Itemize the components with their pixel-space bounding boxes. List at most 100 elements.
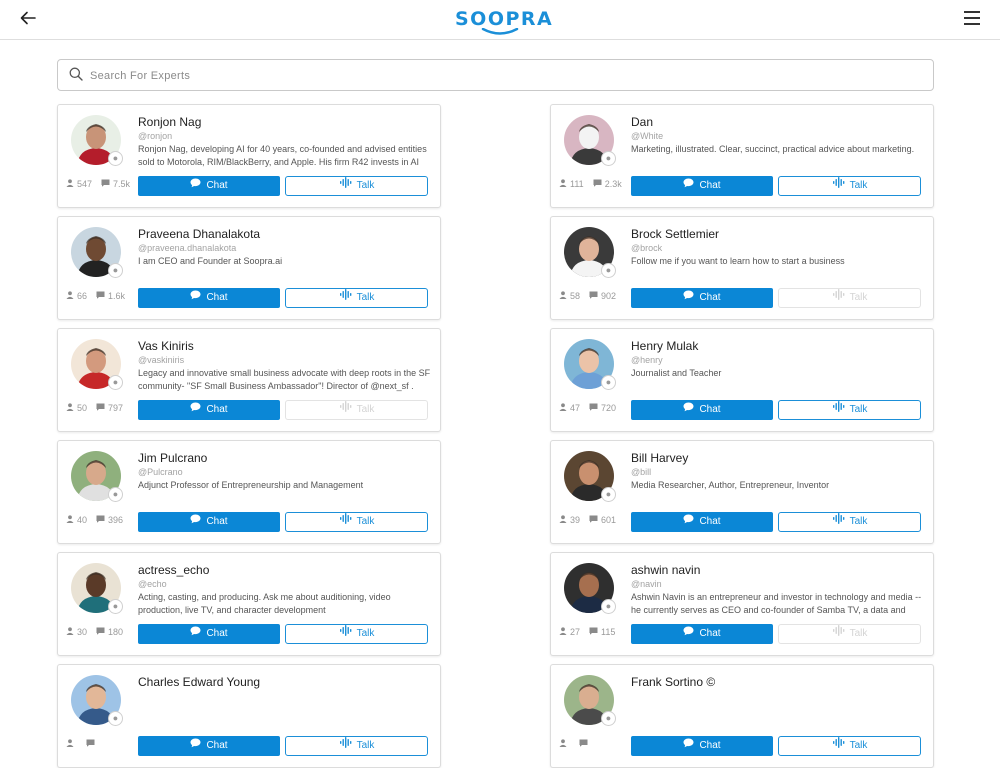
audio-wave-icon [339,737,352,755]
expert-card[interactable]: ● Charles Edward Young Chat Talk [57,664,441,768]
messages-icon [593,179,602,189]
expert-card[interactable]: ● Brock Settlemier @brock Follow me if you … [550,216,934,320]
expert-card[interactable]: ● Henry Mulak @henry Journalist and Teacher… [550,328,934,432]
followers-count: 111 [570,178,584,189]
chat-button[interactable]: Chat [138,736,280,756]
chat-button[interactable]: Chat [631,288,773,308]
expert-name[interactable]: Jim Pulcrano [138,451,207,465]
logo-text: SOOPRA [455,8,554,30]
messages-count: 2.3k [604,178,622,189]
chat-button[interactable]: Chat [138,512,280,532]
followers-icon [66,291,74,301]
messages-count: 1.6k [108,290,126,301]
expert-card[interactable]: ● Ronjon Nag @ronjon Ronjon Nag, developing… [57,104,441,208]
chat-button-label: Chat [206,740,228,751]
expert-handle: @bill [631,467,652,477]
chat-bubble-icon [190,176,201,196]
audio-wave-icon [832,401,845,419]
chat-button[interactable]: Chat [138,400,280,420]
expert-card[interactable]: ● Frank Sortino © Chat Talk [550,664,934,768]
talk-button[interactable]: Talk [285,512,428,532]
chat-button[interactable]: Chat [631,176,773,196]
chat-button[interactable]: Chat [138,288,280,308]
messages-count: 601 [601,514,617,525]
expert-bio: I am CEO and Founder at Soopra.ai [138,256,283,266]
expert-card[interactable]: ● Vas Kiniris @vaskiniris Legacy and innova… [57,328,441,432]
expert-handle: @ronjon [138,131,173,141]
expert-name[interactable]: Henry Mulak [631,339,698,353]
expert-stats: 27 115 [559,626,624,637]
talk-button[interactable]: Talk [285,736,428,756]
hamburger-menu-icon[interactable] [964,11,980,25]
chat-button-label: Chat [699,404,721,415]
talk-button[interactable]: Talk [285,176,428,196]
voice-badge-icon: ● [601,711,616,726]
expert-name[interactable]: Bill Harvey [631,451,688,465]
messages-count: 720 [601,402,617,413]
talk-button: Talk [285,400,428,420]
talk-button[interactable]: Talk [778,512,921,532]
chat-bubble-icon [190,288,201,308]
expert-name[interactable]: Vas Kiniris [138,339,194,353]
expert-bio: Media Researcher, Author, Entrepreneur, … [631,480,830,490]
chat-button[interactable]: Chat [631,512,773,532]
talk-button[interactable]: Talk [285,624,428,644]
talk-button[interactable]: Talk [778,400,921,420]
voice-badge-icon: ● [601,599,616,614]
voice-badge-icon: ● [108,599,123,614]
messages-icon [96,403,105,413]
arrow-left-icon[interactable] [20,8,40,30]
expert-name[interactable]: Praveena Dhanalakota [138,227,260,241]
expert-card[interactable]: ● Bill Harvey @bill Media Researcher, Autho… [550,440,934,544]
talk-button-label: Talk [849,628,868,639]
search-bar [57,59,934,91]
chat-button[interactable]: Chat [138,176,280,196]
expert-stats: 50 797 [66,402,132,413]
audio-wave-icon [339,401,352,419]
talk-button[interactable]: Talk [778,736,921,756]
voice-badge-icon: ● [601,375,616,390]
voice-badge-icon: ● [601,151,616,166]
chat-button[interactable]: Chat [138,624,280,644]
expert-name[interactable]: Ronjon Nag [138,115,201,129]
expert-name[interactable]: Frank Sortino © [631,675,715,689]
expert-card[interactable]: ● ashwin navin @navin Ashwin Navin is an en… [550,552,934,656]
followers-icon [66,739,74,749]
chat-button[interactable]: Chat [631,736,773,756]
chat-bubble-icon [683,512,694,532]
expert-name[interactable]: Brock Settlemier [631,227,719,241]
talk-button-label: Talk [849,180,868,191]
expert-stats: 30 180 [66,626,132,637]
top-bar: SOOPRA [0,0,1000,40]
audio-wave-icon [339,513,352,531]
expert-stats: 547 7.5k [66,178,139,189]
expert-name[interactable]: actress_echo [138,563,209,577]
expert-card[interactable]: ● Jim Pulcrano @Pulcrano Adjunct Professor … [57,440,441,544]
expert-handle: @echo [138,579,167,589]
voice-badge-icon: ● [108,487,123,502]
followers-count: 547 [77,178,93,189]
messages-icon [579,739,588,749]
expert-name[interactable]: ashwin navin [631,563,700,577]
talk-button: Talk [778,288,921,308]
chat-bubble-icon [190,400,201,420]
expert-stats: 111 2.3k [559,178,631,189]
voice-badge-icon: ● [108,151,123,166]
talk-button[interactable]: Talk [285,288,428,308]
chat-button-label: Chat [206,628,228,639]
talk-button[interactable]: Talk [778,176,921,196]
chat-button[interactable]: Chat [631,400,773,420]
soopra-logo[interactable]: SOOPRA [455,8,554,36]
chat-button[interactable]: Chat [631,624,773,644]
expert-handle: @Pulcrano [138,467,183,477]
talk-button-label: Talk [849,404,868,415]
search-input[interactable] [88,65,912,87]
expert-card[interactable]: ● actress_echo @echo Acting, casting, and p… [57,552,441,656]
expert-card[interactable]: ● Dan @White Marketing, illustrated. Clear,… [550,104,934,208]
expert-card[interactable]: ● Praveena Dhanalakota @praveena.dhanalako… [57,216,441,320]
expert-stats: 66 1.6k [66,290,134,301]
chat-bubble-icon [190,736,201,756]
expert-name[interactable]: Charles Edward Young [138,675,260,689]
chat-bubble-icon [190,624,201,644]
expert-name[interactable]: Dan [631,115,653,129]
